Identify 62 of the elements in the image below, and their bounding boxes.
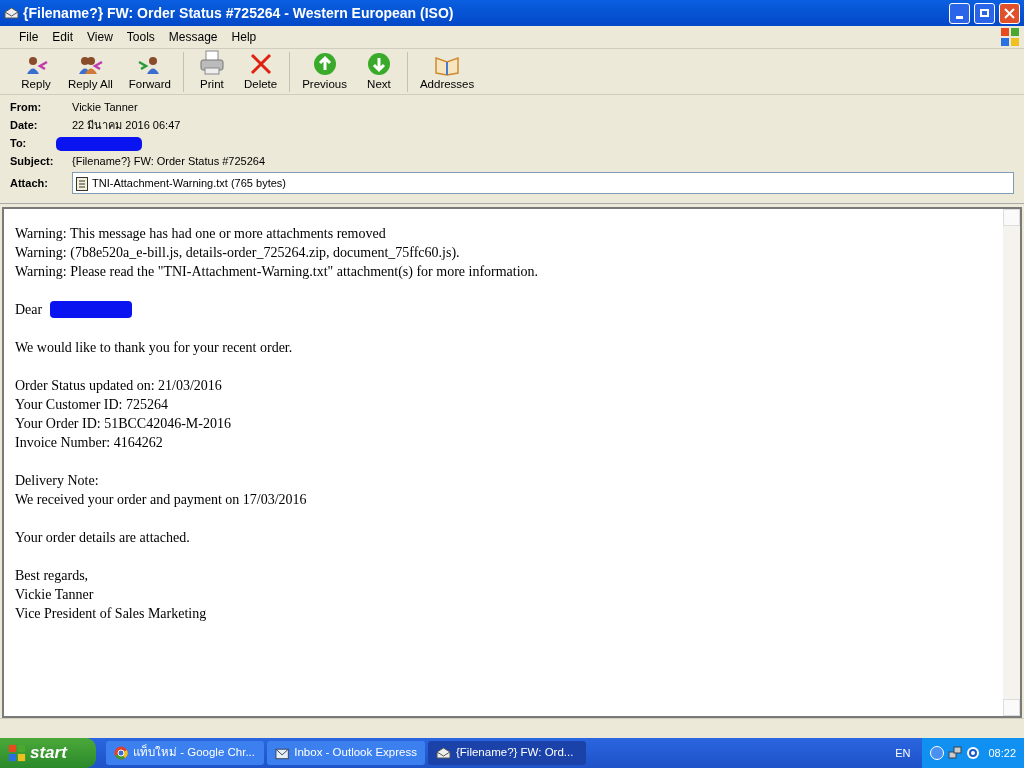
clock: 08:22 (988, 745, 1016, 761)
menu-item[interactable]: Edit (45, 28, 81, 46)
body-text: Warning: This message has had one or more attachments removed (15, 225, 386, 243)
toolbar-button[interactable]: Previous (294, 49, 355, 94)
windows-logo-icon (1000, 27, 1020, 47)
language-indicator[interactable]: EN (895, 744, 911, 762)
toolbar-button[interactable]: Reply (12, 49, 60, 94)
header-value: Vickie Tanner (72, 100, 138, 116)
envelope-icon (4, 7, 19, 19)
network-icon (948, 746, 963, 760)
windows-logo-icon (8, 744, 26, 762)
body-text: Your order details are attached. (15, 529, 190, 547)
header-label: Date: (10, 118, 39, 134)
mail-app-icon (275, 746, 290, 760)
toolbar-button[interactable]: Addresses (411, 49, 483, 94)
body-text: Your Customer ID: 725264 (15, 396, 168, 414)
body-text: Best regards, (15, 567, 89, 585)
taskbar-button[interactable]: {Filename?} FW: Ord... (428, 741, 586, 765)
toolbar-button[interactable]: Print (187, 49, 236, 94)
body-text: Dear (15, 301, 43, 319)
header-value: {Filename?} FW: Order Status #725264 (72, 154, 265, 170)
toolbar-button[interactable]: Forward (120, 49, 179, 94)
body-text: Order Status updated on: 21/03/2016 (15, 377, 222, 395)
taskbar-button[interactable]: แท็บใหม่ - Google Chr... (106, 741, 264, 765)
toolbar-button[interactable]: Reply All (60, 49, 121, 94)
header-label: Attach: (10, 175, 49, 191)
menu-item[interactable]: Tools (119, 28, 162, 46)
text-file-icon (76, 175, 88, 191)
toolbar-button[interactable]: Next (354, 49, 403, 94)
envelope-icon (436, 747, 451, 759)
body-text: Delivery Note: (15, 472, 99, 490)
header-label: To: (10, 136, 28, 152)
body-text: Vice President of Sales Marketing (15, 605, 207, 623)
restore-button[interactable] (974, 2, 995, 24)
body-text: Invoice Number: 4164262 (15, 434, 163, 452)
menu-item[interactable]: Help (224, 28, 264, 46)
address-book-icon (434, 54, 461, 77)
toolbar-button[interactable]: Delete (235, 49, 286, 94)
body-text: We received your order and payment on 17/03/2016 (15, 491, 307, 509)
attachment-field[interactable]: TNI-Attachment-Warning.txt (765 bytes) (72, 172, 1014, 194)
body-text: Warning: (7b8e520a_e-bill.js, details-order_725264.zip, document_75ffc60.js). (15, 244, 460, 262)
window-title: {Filename?} FW: Order Status #725264 - Western European (ISO) (23, 3, 455, 23)
menu-item[interactable]: File (12, 28, 46, 46)
body-text: Warning: Please read the "TNI-Attachment-Warning.txt" attachment(s) for more information. (15, 263, 539, 281)
menu-item[interactable]: Message (161, 28, 225, 46)
reply-all-icon (77, 54, 104, 77)
scrollbar[interactable] (1003, 209, 1020, 716)
body-text: Your Order ID: 51BCC42046-M-2016 (15, 415, 231, 433)
delete-icon (248, 52, 273, 77)
taskbar-button[interactable]: Inbox - Outlook Express (267, 741, 425, 765)
minimize-button[interactable] (949, 2, 970, 24)
close-icon (1004, 7, 1015, 19)
header-label: Subject: (10, 154, 55, 170)
header-label: From: (10, 100, 43, 116)
close-button[interactable] (999, 2, 1020, 24)
header-value: 22 มีนาคม 2016 06:47 (72, 118, 181, 134)
body-text: Vickie Tanner (15, 586, 94, 604)
body-text: We would like to thank you for your recent order. (15, 339, 293, 357)
menu-item[interactable]: View (80, 28, 120, 46)
start-button[interactable]: start (0, 738, 96, 768)
printer-icon (198, 50, 225, 77)
attachment-name[interactable]: TNI-Attachment-Warning.txt (765 bytes) (92, 174, 286, 192)
